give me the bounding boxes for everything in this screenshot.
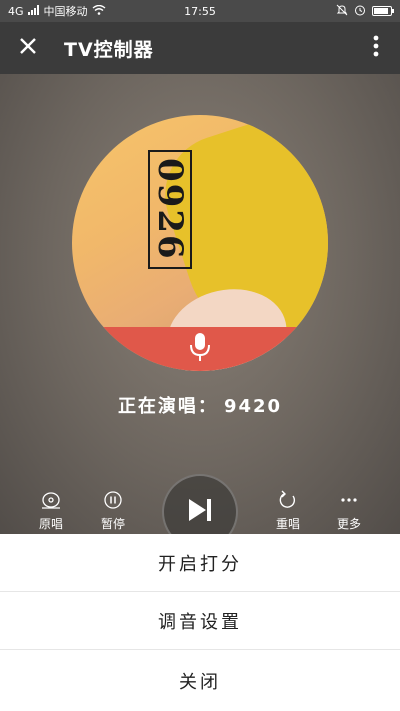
now-playing-label: 正在演唱： xyxy=(117,396,218,417)
carrier-name: 中国移动 xyxy=(43,5,88,18)
menu-item-enable-scoring[interactable]: 开启打分 xyxy=(0,534,400,592)
original-vocal-button[interactable]: 原唱 xyxy=(26,490,76,532)
more-horizontal-icon xyxy=(339,490,359,513)
pause-icon xyxy=(103,490,123,513)
replay-label: 重唱 xyxy=(275,517,300,531)
menu-item-sound-settings[interactable]: 调音设置 xyxy=(0,592,400,650)
signal-icon xyxy=(27,4,40,18)
more-vertical-icon xyxy=(373,35,379,61)
network-indicator: 4G xyxy=(8,4,24,18)
more-label: 更多 xyxy=(336,517,361,531)
status-time: 17:55 xyxy=(184,4,216,18)
original-vocal-label: 原唱 xyxy=(38,517,63,531)
battery-fill xyxy=(374,8,388,14)
status-left: 4G 中国移动 xyxy=(8,3,136,19)
pause-label: 暂停 xyxy=(100,517,125,531)
original-vocal-icon xyxy=(40,490,62,513)
status-right xyxy=(264,4,394,19)
pause-button[interactable]: 暂停 xyxy=(88,490,138,532)
replay-icon xyxy=(278,490,298,513)
battery-icon xyxy=(372,6,394,16)
menu-item-close[interactable]: 关闭 xyxy=(0,650,400,711)
skip-next-icon xyxy=(185,495,215,529)
now-playing-value: 9420 xyxy=(223,396,283,417)
app-bar: TV控制器 xyxy=(0,22,400,74)
album-cover-disc: 0926 xyxy=(72,115,328,371)
more-button[interactable]: 更多 xyxy=(324,490,374,532)
close-icon xyxy=(18,36,38,60)
now-playing-text: 正在演唱： 9420 xyxy=(0,392,400,418)
wifi-icon xyxy=(92,4,106,18)
album-cover-text: 0926 xyxy=(148,150,192,269)
microphone-icon xyxy=(189,332,211,366)
bottom-sheet-menu: 开启打分 调音设置 关闭 xyxy=(0,534,400,711)
mute-icon xyxy=(336,4,348,19)
close-button[interactable] xyxy=(0,22,56,74)
replay-button[interactable]: 重唱 xyxy=(263,490,313,532)
microphone-button[interactable] xyxy=(72,327,328,371)
alarm-icon xyxy=(354,4,366,19)
more-options-button[interactable] xyxy=(352,22,400,74)
status-bar: 4G 中国移动 17:55 xyxy=(0,0,400,22)
page-title: TV控制器 xyxy=(64,38,154,61)
